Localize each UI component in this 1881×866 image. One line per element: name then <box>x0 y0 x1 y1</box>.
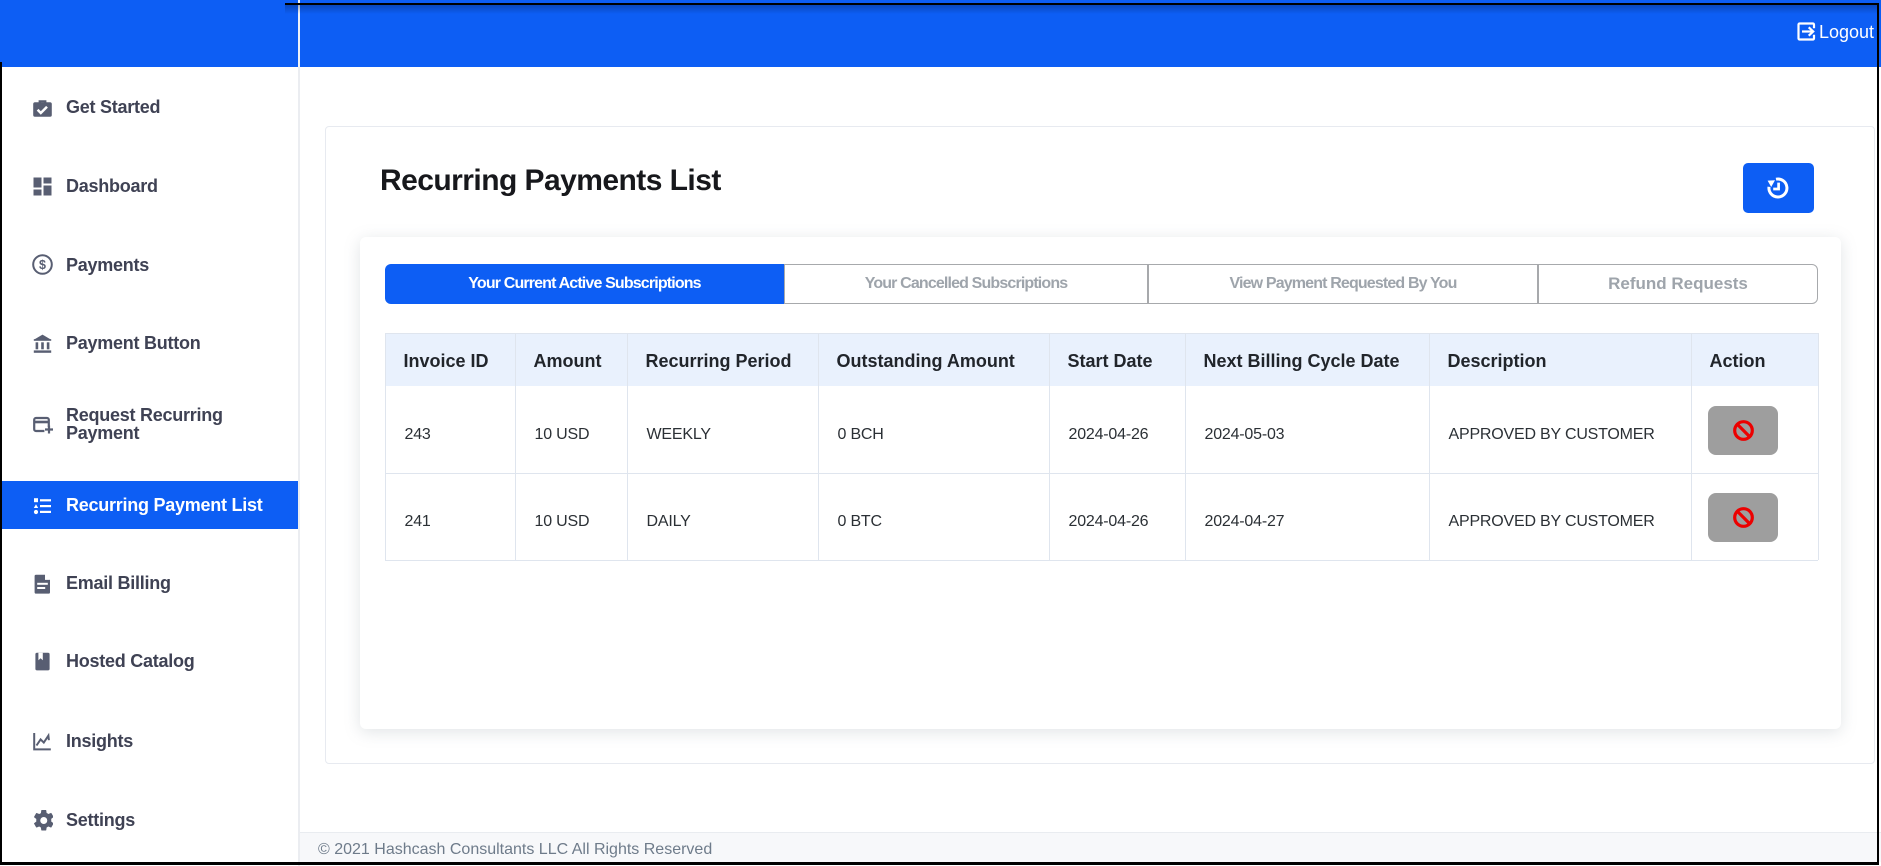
svg-text:$: $ <box>39 258 46 272</box>
